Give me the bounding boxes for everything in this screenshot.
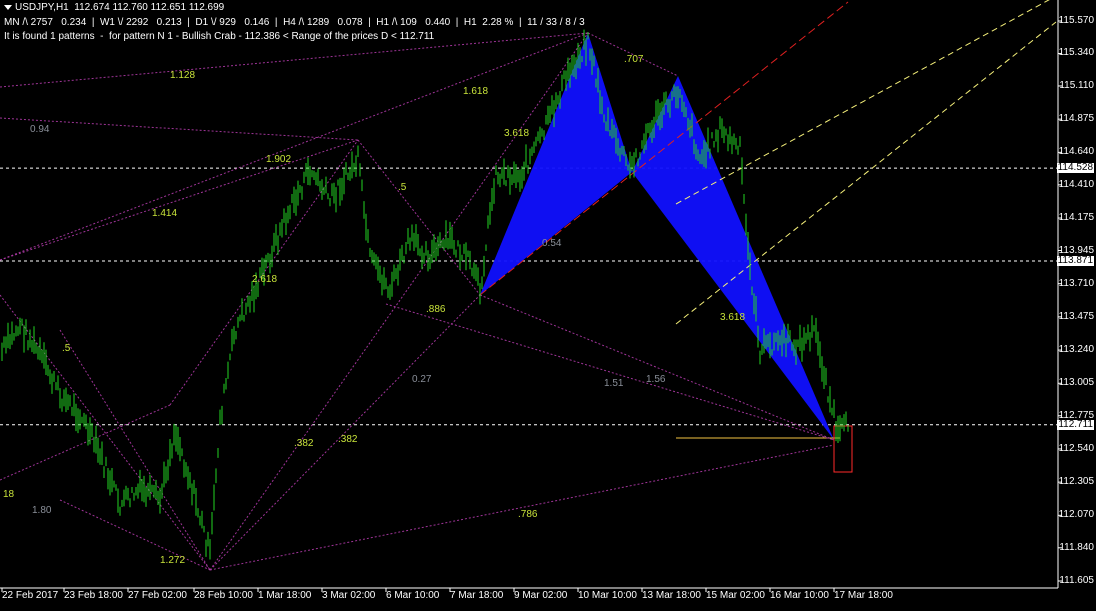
price-tick-label: 113.710 (1058, 277, 1094, 289)
symbol-header: USDJPY,H1 112.674 112.760 112.651 112.69… (4, 2, 224, 14)
time-tick-label: 7 Mar 18:00 (450, 590, 504, 601)
price-tick-label: 112.070 (1058, 509, 1094, 521)
price-level-marker[interactable]: 112.711 (1057, 419, 1094, 430)
time-tick-label: 15 Mar 02:00 (706, 590, 765, 601)
fib-label: .786 (518, 509, 538, 520)
fib-label: .382 (294, 438, 314, 449)
fib-label: .707 (624, 54, 644, 65)
channel-line-red (479, 1, 849, 296)
time-tick-label: 10 Mar 10:00 (578, 590, 637, 601)
price-tick-label: 113.240 (1058, 344, 1094, 356)
price-tick-label: 115.110 (1059, 79, 1094, 91)
fib-label: 1.56 (646, 374, 666, 385)
time-tick-label: 16 Mar 10:00 (770, 590, 829, 601)
fib-label: 1.902 (266, 154, 292, 165)
price-tick-label: 112.305 (1058, 476, 1094, 488)
price-axis[interactable]: 115.570 115.340 115.110 114.875 114.640 114.4… (1056, 0, 1096, 607)
time-tick-label: 17 Mar 18:00 (834, 590, 893, 601)
fib-label: 3.618 (720, 312, 746, 323)
price-tick-label: 111.605 (1059, 575, 1094, 586)
fib-connector-line (59, 499, 211, 571)
fib-label: .5 (398, 182, 407, 193)
time-tick-label: 3 Mar 02:00 (322, 590, 376, 601)
price-chart-canvas[interactable] (0, 0, 1096, 607)
time-tick-label: 27 Feb 02:00 (128, 590, 187, 601)
fib-connector-line (209, 294, 481, 571)
price-tick-label: 114.175 (1058, 212, 1094, 224)
fib-label: 1.618 (463, 86, 489, 97)
price-tick-label: 113.945 (1058, 244, 1094, 256)
fib-label: 1.272 (160, 555, 186, 566)
symbol-quote: USDJPY,H1 112.674 112.760 112.651 112.69… (15, 2, 225, 13)
fib-connector-line (0, 139, 359, 261)
time-tick-label: 28 Feb 10:00 (194, 590, 253, 601)
time-tick-label: 1 Mar 18:00 (258, 590, 312, 601)
time-tick-label: 23 Feb 18:00 (64, 590, 123, 601)
fib-label: 0.94 (30, 124, 50, 135)
target-zone-box (833, 425, 853, 473)
fib-connector-line (209, 32, 589, 571)
fib-label: .5 (62, 343, 71, 354)
price-tick-label: 115.340 (1058, 47, 1094, 59)
fib-connector-line (357, 139, 481, 296)
fib-connector-line (59, 329, 211, 571)
pattern-triangle-bcd (632, 76, 834, 440)
fib-connector-line (0, 32, 589, 261)
pattern-triangle-xab (480, 33, 632, 295)
fib-label: .382 (338, 434, 358, 445)
fib-label: 18 (3, 489, 15, 500)
time-tick-label: 6 Mar 10:00 (386, 590, 440, 601)
price-tick-label: 111.840 (1059, 541, 1094, 553)
fib-label: 0.27 (412, 374, 432, 385)
price-tick-label: 113.475 (1058, 310, 1094, 322)
collapse-triangle-icon[interactable] (4, 4, 12, 10)
fib-label: 3.618 (504, 128, 530, 139)
stats-line: MN /\ 2757 0.234 | W1 \/ 2292 0.213 | D1… (4, 17, 585, 28)
price-tick-label: 114.410 (1058, 178, 1094, 190)
fib-connector-line (0, 117, 359, 141)
fib-connector-line (209, 444, 835, 571)
price-level-marker[interactable]: 113.871 (1056, 255, 1094, 266)
fib-connector-line (0, 404, 171, 481)
price-tick-label: 114.640 (1058, 146, 1094, 158)
fib-label: 1.414 (152, 208, 178, 219)
fib-label: 2.618 (252, 274, 278, 285)
pattern-info-line: It is found 1 patterns - for pattern N 1… (4, 31, 435, 42)
fib-label: .886 (426, 304, 446, 315)
price-tick-label: 113.005 (1058, 377, 1094, 389)
fib-label: 0.54 (542, 238, 562, 249)
price-tick-label: 112.540 (1058, 442, 1094, 454)
fib-label: 1.51 (604, 378, 624, 389)
fib-label: 1.128 (170, 70, 196, 81)
fib-label: 1.80 (32, 505, 52, 516)
chart-area[interactable]: USDJPY,H1 112.674 112.760 112.651 112.69… (0, 0, 1096, 607)
price-level-marker[interactable]: 114.528 (1056, 163, 1094, 174)
time-tick-label: 22 Feb 2017 (2, 590, 59, 601)
time-tick-label: 9 Mar 02:00 (514, 590, 568, 601)
price-tick-label: 115.570 (1058, 15, 1094, 26)
price-tick-label: 114.875 (1058, 113, 1094, 125)
time-tick-label: 13 Mar 18:00 (642, 590, 701, 601)
